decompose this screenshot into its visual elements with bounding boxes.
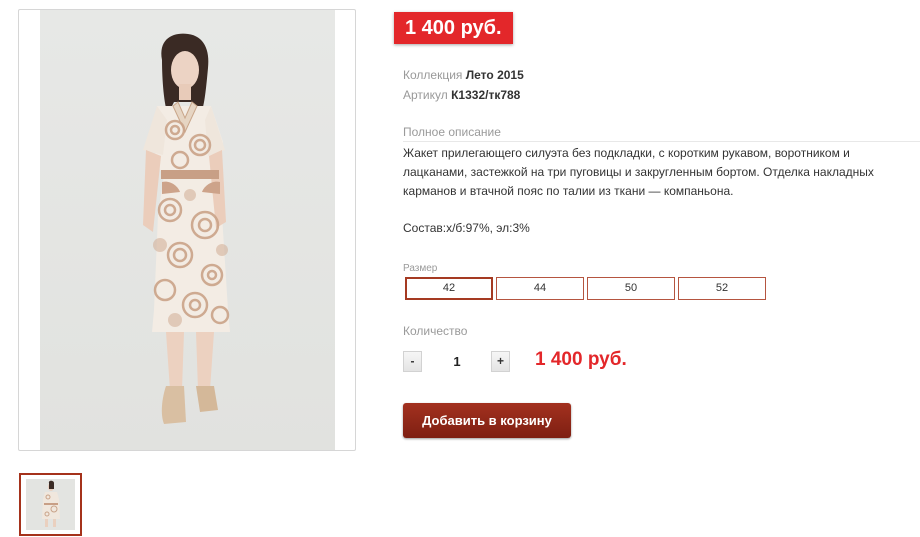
product-thumbnail[interactable]: [19, 473, 82, 536]
size-option-52[interactable]: 52: [678, 277, 766, 300]
collection-value: Лето 2015: [465, 68, 524, 82]
quantity-increase-button[interactable]: +: [491, 351, 510, 372]
add-to-cart-button[interactable]: Добавить в корзину: [403, 403, 571, 438]
article-row: Артикул К1332/тк788: [403, 88, 520, 102]
collection-row: Коллекция Лето 2015: [403, 68, 524, 82]
thumbnail-image: [26, 479, 75, 530]
description-divider: [403, 141, 920, 142]
size-option-44[interactable]: 44: [496, 277, 584, 300]
size-option-50[interactable]: 50: [587, 277, 675, 300]
size-option-42[interactable]: 42: [405, 277, 493, 300]
composition-text: Состав:х/б:97%, эл:3%: [403, 221, 530, 235]
description-line: лацканами, застежкой на три пуговицы и з…: [403, 165, 874, 179]
product-photo[interactable]: [40, 10, 335, 450]
article-label: Артикул: [403, 88, 448, 102]
description-line: карманов и втачной пояс по талии из ткан…: [403, 184, 734, 198]
description-label: Полное описание: [403, 125, 501, 139]
description-text: Жакет прилегающего силуэта без подкладки…: [403, 144, 903, 201]
quantity-value[interactable]: 1: [447, 354, 467, 369]
collection-label: Коллекция: [403, 68, 463, 82]
price-tag: 1 400 руб.: [394, 12, 513, 44]
product-image-frame[interactable]: [18, 9, 356, 451]
article-value: К1332/тк788: [451, 88, 521, 102]
quantity-label: Количество: [403, 324, 468, 338]
model-in-dress-image: [143, 33, 230, 424]
quantity-decrease-button[interactable]: -: [403, 351, 422, 372]
total-price: 1 400 руб.: [535, 349, 627, 370]
description-line: Жакет прилегающего силуэта без подкладки…: [403, 146, 850, 160]
size-label: Размер: [403, 263, 438, 274]
